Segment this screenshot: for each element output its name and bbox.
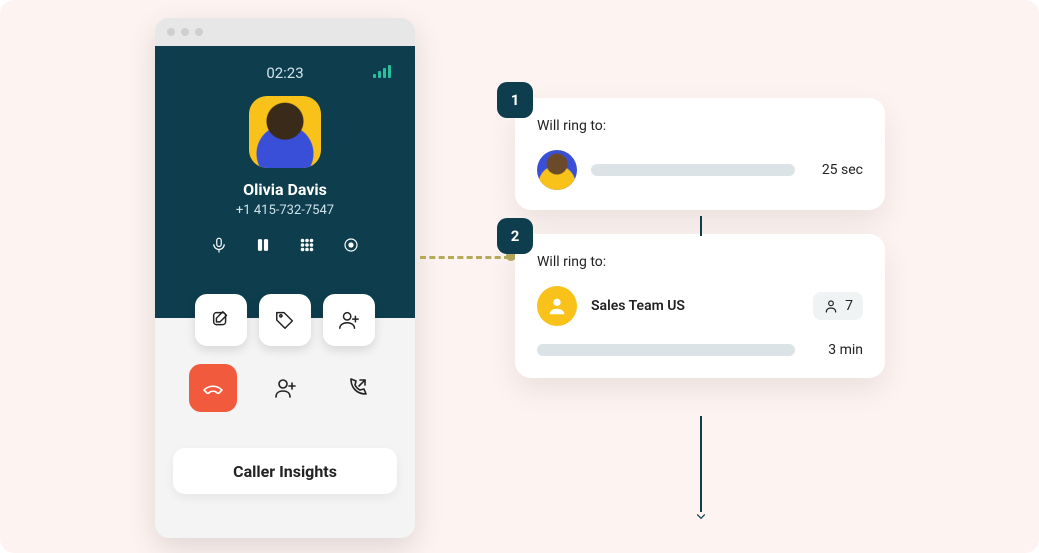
window-min-dot[interactable] [181, 28, 189, 36]
mute-button[interactable] [210, 236, 228, 258]
note-button[interactable] [195, 294, 247, 346]
window-max-dot[interactable] [195, 28, 203, 36]
add-contact-button[interactable] [323, 294, 375, 346]
caller-name: Olivia Davis [173, 180, 397, 199]
softphone-window: 02:23 Olivia Davis +1 415-732-7547 [155, 18, 415, 538]
step-number-badge: 1 [497, 82, 533, 118]
caller-number: +1 415-732-7547 [173, 203, 397, 218]
flow-arrow-icon [694, 508, 708, 527]
agent-avatar [537, 150, 577, 190]
transfer-button[interactable] [333, 364, 381, 412]
dialpad-button[interactable] [298, 236, 316, 258]
hangup-button[interactable] [189, 364, 237, 412]
agent-name-placeholder [591, 164, 795, 176]
window-titlebar [155, 18, 415, 46]
team-avatar-icon [537, 286, 577, 326]
window-close-dot[interactable] [167, 28, 175, 36]
team-count-value: 7 [845, 298, 853, 314]
step-number-badge: 2 [497, 218, 533, 254]
ring-duration: 25 sec [809, 162, 863, 178]
step-title: Will ring to: [537, 118, 863, 134]
flow-connector [700, 216, 702, 236]
tag-button[interactable] [259, 294, 311, 346]
hold-button[interactable] [254, 236, 272, 258]
caller-avatar [249, 96, 321, 168]
ring-step-1: 1 Will ring to: 25 sec [515, 98, 885, 210]
ring-duration: 3 min [809, 342, 863, 358]
ring-step-2: 2 Will ring to: Sales Team US 7 3 min [515, 234, 885, 378]
team-placeholder-bar [537, 344, 795, 356]
caller-insights-button[interactable]: Caller Insights [173, 448, 397, 494]
step-title: Will ring to: [537, 254, 863, 270]
add-participant-button[interactable] [261, 364, 309, 412]
active-call-panel: 02:23 Olivia Davis +1 415-732-7547 [155, 46, 415, 318]
flow-connector [700, 416, 702, 512]
caller-insights-label: Caller Insights [233, 462, 337, 481]
record-button[interactable] [342, 236, 360, 258]
connector-dashed [420, 256, 510, 259]
call-timer: 02:23 [266, 64, 303, 82]
ring-flow: 1 Will ring to: 25 sec 2 Will ring to: S… [515, 98, 885, 402]
team-member-count: 7 [813, 292, 863, 320]
signal-strength-icon [373, 64, 391, 78]
team-name: Sales Team US [591, 298, 799, 314]
